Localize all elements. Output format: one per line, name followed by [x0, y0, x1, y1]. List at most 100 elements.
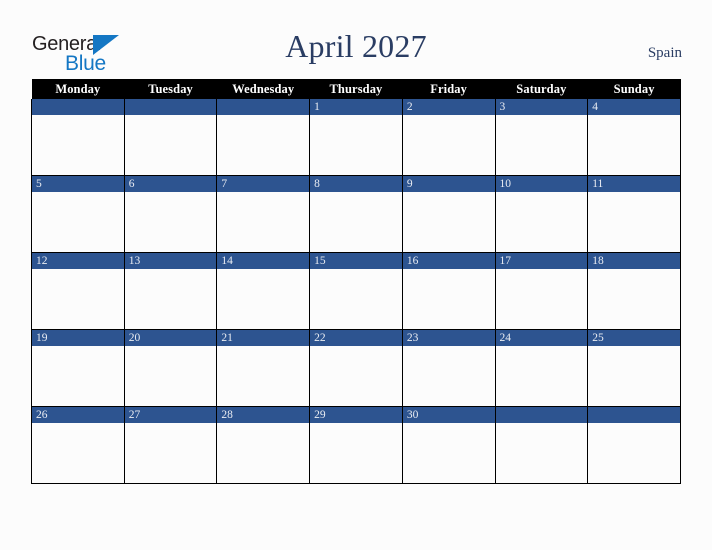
day-events-area[interactable]: [310, 423, 402, 483]
day-events-area[interactable]: [496, 423, 588, 483]
day-events-area[interactable]: [310, 192, 402, 252]
weekday-header-monday: Monday: [31, 79, 125, 99]
weekday-header-sunday: Sunday: [587, 79, 681, 99]
day-events-area[interactable]: [588, 192, 680, 252]
day-number: 18: [588, 253, 680, 269]
weekday-header-row: Monday Tuesday Wednesday Thursday Friday…: [31, 79, 681, 99]
day-cell[interactable]: 1: [309, 99, 403, 176]
day-cell[interactable]: 9: [401, 175, 496, 253]
day-events-area[interactable]: [217, 115, 309, 175]
day-cell[interactable]: 30: [401, 406, 496, 484]
day-cell[interactable]: 28: [216, 406, 311, 484]
day-number: 27: [124, 407, 217, 423]
day-events-area[interactable]: [403, 192, 495, 252]
day-cell[interactable]: 21: [216, 329, 311, 407]
day-cell[interactable]: 11: [587, 175, 681, 253]
day-events-area[interactable]: [125, 269, 217, 329]
day-events-area[interactable]: [32, 192, 124, 252]
day-cell[interactable]: 19: [31, 329, 125, 407]
weekday-header-wednesday: Wednesday: [216, 79, 310, 99]
day-cell[interactable]: 12: [31, 252, 125, 330]
day-cell[interactable]: 23: [401, 329, 496, 407]
day-cell[interactable]: 29: [309, 406, 403, 484]
week-row: 1 2 3 4: [31, 99, 681, 176]
day-number: 25: [588, 330, 680, 346]
day-number: 4: [588, 99, 680, 115]
day-cell[interactable]: 15: [309, 252, 403, 330]
weekday-header-friday: Friday: [402, 79, 496, 99]
day-events-area[interactable]: [496, 269, 588, 329]
day-cell[interactable]: 3: [494, 99, 589, 176]
day-events-area[interactable]: [310, 115, 402, 175]
day-number: 11: [588, 176, 680, 192]
day-cell[interactable]: [587, 406, 681, 484]
day-number: 6: [124, 176, 217, 192]
day-number: 10: [495, 176, 588, 192]
day-number: 28: [217, 407, 310, 423]
day-number: 26: [32, 407, 124, 423]
day-number: 16: [402, 253, 495, 269]
day-number: 22: [310, 330, 402, 346]
day-events-area[interactable]: [125, 115, 217, 175]
day-events-area[interactable]: [32, 423, 124, 483]
week-row: 19 20 21 22 23 24 25: [31, 329, 681, 407]
day-cell[interactable]: 14: [216, 252, 311, 330]
day-cell[interactable]: 17: [494, 252, 589, 330]
day-cell[interactable]: 2: [401, 99, 496, 176]
day-events-area[interactable]: [588, 423, 680, 483]
day-cell[interactable]: 26: [31, 406, 125, 484]
day-cell[interactable]: 25: [587, 329, 681, 407]
day-cell[interactable]: 13: [123, 252, 218, 330]
day-events-area[interactable]: [403, 115, 495, 175]
day-cell[interactable]: 27: [123, 406, 218, 484]
day-events-area[interactable]: [217, 192, 309, 252]
day-events-area[interactable]: [496, 346, 588, 406]
day-cell[interactable]: 16: [401, 252, 496, 330]
day-events-area[interactable]: [32, 269, 124, 329]
day-cell[interactable]: 18: [587, 252, 681, 330]
day-number: [588, 407, 680, 423]
day-events-area[interactable]: [588, 269, 680, 329]
day-events-area[interactable]: [125, 346, 217, 406]
day-cell[interactable]: 8: [309, 175, 403, 253]
day-events-area[interactable]: [310, 346, 402, 406]
day-cell[interactable]: 22: [309, 329, 403, 407]
day-events-area[interactable]: [496, 115, 588, 175]
day-events-area[interactable]: [217, 346, 309, 406]
day-number: 17: [495, 253, 588, 269]
day-cell[interactable]: 6: [123, 175, 218, 253]
day-number: [495, 407, 588, 423]
day-events-area[interactable]: [403, 346, 495, 406]
day-number: [32, 99, 124, 115]
day-events-area[interactable]: [310, 269, 402, 329]
day-cell[interactable]: 10: [494, 175, 589, 253]
day-cell[interactable]: 24: [494, 329, 589, 407]
day-events-area[interactable]: [217, 423, 309, 483]
day-cell[interactable]: 5: [31, 175, 125, 253]
day-events-area[interactable]: [217, 269, 309, 329]
day-events-area[interactable]: [588, 115, 680, 175]
day-events-area[interactable]: [125, 192, 217, 252]
day-events-area[interactable]: [32, 346, 124, 406]
page-title: April 2027: [285, 28, 427, 64]
weekday-header-thursday: Thursday: [309, 79, 403, 99]
day-number: 19: [32, 330, 124, 346]
day-events-area[interactable]: [403, 269, 495, 329]
day-cell[interactable]: [123, 99, 218, 176]
day-cell[interactable]: [31, 99, 125, 176]
day-cell[interactable]: 20: [123, 329, 218, 407]
week-row: 26 27 28 29 30: [31, 406, 681, 484]
day-cell[interactable]: [216, 99, 311, 176]
day-events-area[interactable]: [403, 423, 495, 483]
day-number: 21: [217, 330, 310, 346]
day-cell[interactable]: 7: [216, 175, 311, 253]
day-events-area[interactable]: [588, 346, 680, 406]
day-events-area[interactable]: [125, 423, 217, 483]
day-cell[interactable]: 4: [587, 99, 681, 176]
day-events-area[interactable]: [32, 115, 124, 175]
page-header: General Blue April 2027 Spain: [0, 0, 712, 79]
weekday-header-saturday: Saturday: [495, 79, 588, 99]
day-number: 1: [310, 99, 402, 115]
day-events-area[interactable]: [496, 192, 588, 252]
day-cell[interactable]: [494, 406, 589, 484]
